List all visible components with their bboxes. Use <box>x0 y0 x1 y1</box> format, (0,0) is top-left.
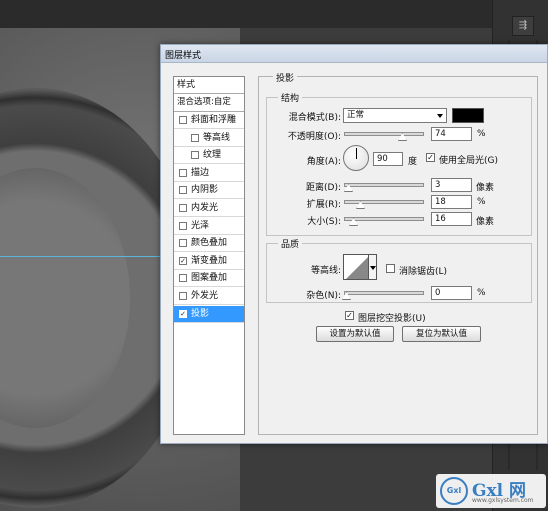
check-icon: ✓ <box>346 311 353 320</box>
style-item[interactable]: 等高线 <box>174 130 244 147</box>
style-item-label: 投影 <box>191 308 210 319</box>
angle-input[interactable]: 90 <box>373 152 403 166</box>
style-item-label: 斜面和浮雕 <box>191 115 237 125</box>
watermark-url: www.gxlsystem.com <box>472 497 534 504</box>
anti-alias-label: 消除锯齿(L) <box>399 267 448 277</box>
noise-slider[interactable] <box>344 291 424 295</box>
style-item-label: 光泽 <box>191 220 210 231</box>
spread-slider[interactable] <box>344 200 424 204</box>
opacity-input[interactable]: 74 <box>431 127 472 141</box>
style-item-checkbox[interactable] <box>191 151 199 160</box>
spread-unit: % <box>477 197 486 207</box>
style-item-label: 颜色叠加 <box>191 238 228 249</box>
knockout-checkbox[interactable]: ✓ <box>345 311 354 320</box>
spread-input[interactable]: 18 <box>431 195 472 209</box>
blending-options-item[interactable]: 混合选项:自定 <box>174 94 244 112</box>
noise-input[interactable]: 0 <box>431 286 472 300</box>
style-item[interactable]: 颜色叠加 <box>174 235 244 253</box>
style-item-label: 纹理 <box>203 150 222 161</box>
style-item-label: 内阴影 <box>191 185 219 196</box>
style-item-checkbox[interactable]: ✓ <box>179 309 187 318</box>
chevron-down-icon <box>437 114 443 118</box>
contour-curve-icon <box>344 255 368 279</box>
angle-label: 角度(A): <box>306 157 341 167</box>
opacity-label: 不透明度(O): <box>287 132 341 142</box>
distance-label: 距离(D): <box>306 183 341 193</box>
blend-mode-value: 正常 <box>347 110 365 120</box>
blend-mode-select[interactable]: 正常 <box>343 108 447 123</box>
style-item-checkbox[interactable] <box>179 239 187 248</box>
style-item[interactable]: 内阴影 <box>174 182 244 200</box>
reset-default-button[interactable]: 复位为默认值 <box>402 326 481 342</box>
style-item-checkbox[interactable] <box>179 274 187 283</box>
style-item-checkbox[interactable] <box>179 186 187 195</box>
blend-mode-label: 混合模式(B): <box>288 113 341 123</box>
watermark-logo: Gxl <box>440 477 468 505</box>
options-bar <box>0 0 548 28</box>
contour-label: 等高线: <box>310 266 341 276</box>
size-unit: 像素 <box>476 217 495 227</box>
anti-alias-checkbox[interactable] <box>386 264 395 273</box>
style-item-checkbox[interactable] <box>179 221 187 230</box>
style-item-checkbox[interactable] <box>179 204 187 212</box>
style-item-label: 内发光 <box>191 203 219 213</box>
guide-line[interactable] <box>0 256 160 257</box>
make-default-button[interactable]: 设置为默认值 <box>316 326 394 342</box>
style-item-label: 等高线 <box>203 132 231 143</box>
style-item-checkbox[interactable] <box>179 168 187 177</box>
global-light-checkbox[interactable]: ✓ <box>426 153 435 162</box>
distance-unit: 像素 <box>476 183 495 193</box>
style-item[interactable]: 外发光 <box>174 288 244 305</box>
style-item-checkbox[interactable]: ✓ <box>179 256 187 265</box>
quality-title: 品质 <box>278 237 303 250</box>
style-item-label: 渐变叠加 <box>191 255 228 266</box>
style-item[interactable]: ✓ 投影 <box>174 305 244 323</box>
check-icon: ✓ <box>427 153 434 162</box>
style-item-label: 描边 <box>191 167 210 178</box>
size-slider[interactable] <box>344 217 424 221</box>
contour-picker[interactable] <box>343 254 369 280</box>
style-item-checkbox[interactable] <box>179 292 187 300</box>
angle-dial[interactable] <box>343 145 369 171</box>
opacity-unit: % <box>477 129 486 139</box>
style-item[interactable]: 纹理 <box>174 147 244 165</box>
angle-dial-needle <box>356 148 357 159</box>
style-item[interactable]: 光泽 <box>174 218 244 235</box>
style-item[interactable]: 描边 <box>174 165 244 182</box>
angle-unit: 度 <box>408 157 418 167</box>
structure-title: 结构 <box>278 91 303 104</box>
style-item[interactable]: 斜面和浮雕 <box>174 112 244 129</box>
drop-shadow-title: 投影 <box>273 71 298 84</box>
style-item-label: 外发光 <box>191 291 219 301</box>
shadow-color-swatch[interactable] <box>452 108 484 123</box>
style-item[interactable]: ✓ 渐变叠加 <box>174 253 244 270</box>
styles-list: 样式 混合选项:自定 斜面和浮雕等高线纹理描边内阴影内发光光泽颜色叠加 ✓ 渐变叠加… <box>173 76 245 435</box>
style-item-checkbox[interactable] <box>191 133 199 142</box>
distance-input[interactable]: 3 <box>431 178 472 192</box>
size-label: 大小(S): <box>307 217 341 227</box>
contour-dropdown-button[interactable] <box>369 254 377 280</box>
align-icon[interactable]: ⇶ <box>512 16 534 36</box>
layer-style-dialog: 图层样式 样式 混合选项:自定 斜面和浮雕等高线纹理描边内阴影内发光光泽颜色叠加… <box>160 44 548 444</box>
global-light-label: 使用全局光(G) <box>439 156 498 166</box>
knockout-label: 图层挖空投影(U) <box>358 314 426 324</box>
spread-label: 扩展(R): <box>306 200 341 210</box>
noise-label: 杂色(N): <box>306 291 341 301</box>
size-input[interactable]: 16 <box>431 212 472 226</box>
opacity-slider[interactable] <box>344 132 424 136</box>
style-item-checkbox[interactable] <box>179 116 187 124</box>
dialog-titlebar[interactable]: 图层样式 <box>161 45 547 63</box>
style-item[interactable]: 内发光 <box>174 200 244 217</box>
distance-slider[interactable] <box>344 183 424 187</box>
watermark: Gxl Gxl 网 www.gxlsystem.com <box>436 474 546 508</box>
styles-header[interactable]: 样式 <box>174 77 244 94</box>
noise-unit: % <box>477 288 486 298</box>
dialog-title: 图层样式 <box>165 51 202 61</box>
style-item[interactable]: 图案叠加 <box>174 270 244 288</box>
style-item-label: 图案叠加 <box>191 273 228 284</box>
